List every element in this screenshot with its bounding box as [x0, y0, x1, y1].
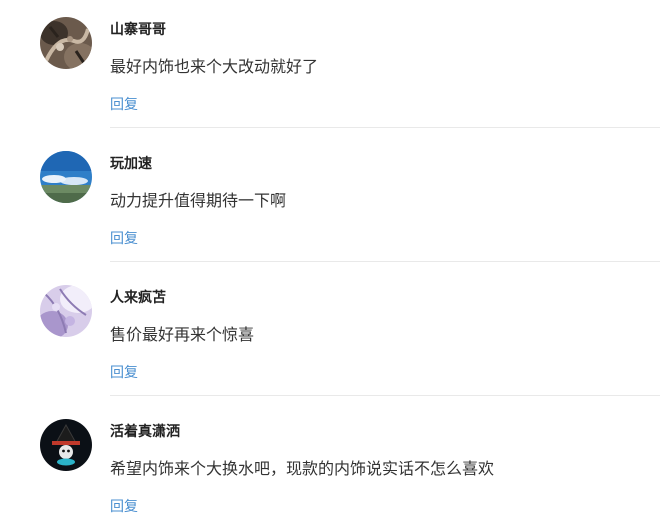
comment-username[interactable]: 人来疯苫	[110, 288, 166, 308]
witch-hat-cartoon-avatar-icon[interactable]	[40, 419, 92, 471]
comment-text: 最好内饰也来个大改动就好了	[110, 57, 319, 76]
comment-item: 活着真潇洒 希望内饰来个大换水吧，现款的内饰说实话不怎么喜欢 回复	[0, 402, 660, 524]
comment-text: 售价最好再来个惊喜	[110, 325, 255, 344]
purple-blossom-avatar-icon[interactable]	[40, 285, 92, 337]
reply-button[interactable]: 回复	[110, 363, 138, 383]
comment-username[interactable]: 玩加速	[110, 154, 152, 174]
comment-text: 希望内饰来个大换水吧，现款的内饰说实话不怎么喜欢	[110, 459, 495, 478]
divider	[110, 395, 660, 396]
sky-landscape-avatar-icon[interactable]	[40, 151, 92, 203]
divider	[110, 127, 660, 128]
comment-username[interactable]: 活着真潇洒	[110, 422, 180, 442]
comment-text: 动力提升值得期待一下啊	[110, 191, 287, 210]
comment-item: 人来疯苫 售价最好再来个惊喜 回复	[0, 268, 660, 402]
divider	[110, 261, 660, 262]
comment-item: 玩加速 动力提升值得期待一下啊 回复	[0, 134, 660, 268]
reply-button[interactable]: 回复	[110, 497, 138, 517]
comment-list: 山寨哥哥 最好内饰也来个大改动就好了 回复 玩加速 动力提升值得期待一下啊 回复	[0, 0, 660, 524]
comment-item: 山寨哥哥 最好内饰也来个大改动就好了 回复	[0, 0, 660, 134]
gecko-photo-avatar-icon[interactable]	[40, 17, 92, 69]
reply-button[interactable]: 回复	[110, 229, 138, 249]
comment-username[interactable]: 山寨哥哥	[110, 20, 166, 40]
reply-button[interactable]: 回复	[110, 95, 138, 115]
